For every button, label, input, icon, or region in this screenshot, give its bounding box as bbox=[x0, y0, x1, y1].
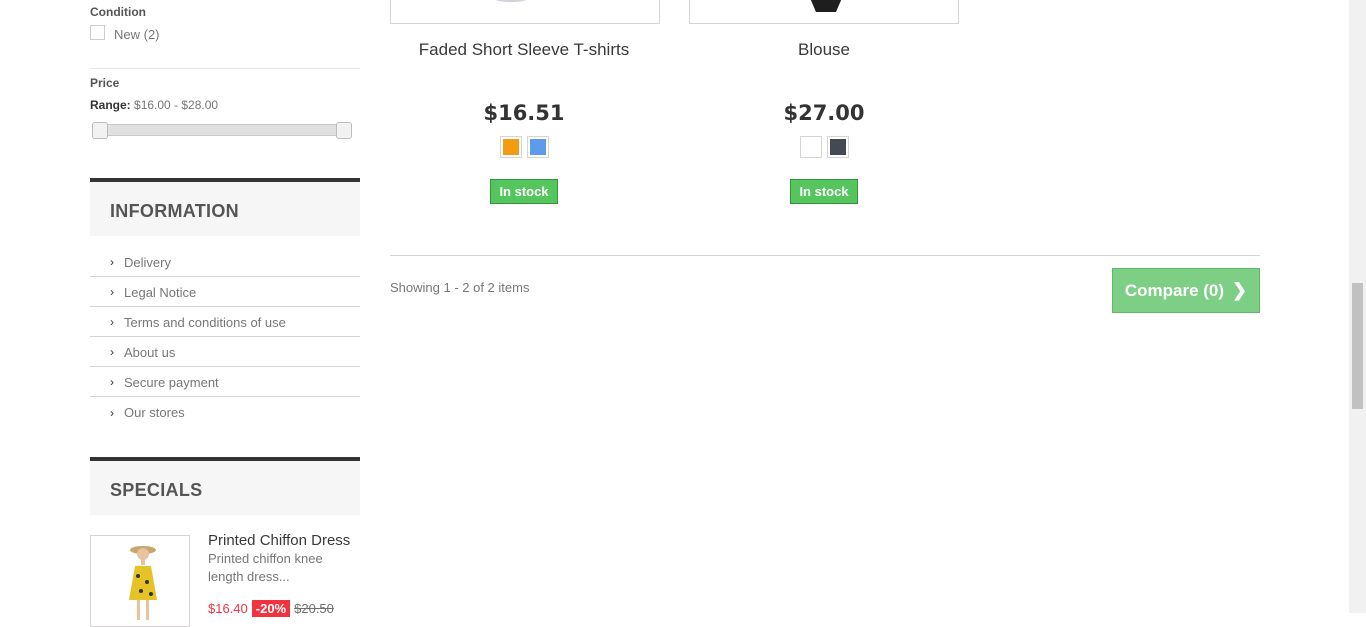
info-link-our-stores[interactable]: › Our stores bbox=[90, 398, 360, 427]
info-link-terms[interactable]: › Terms and conditions of use bbox=[90, 308, 360, 337]
color-swatches bbox=[389, 136, 659, 158]
chevron-right-icon: › bbox=[110, 405, 114, 420]
price-slider-max-handle[interactable] bbox=[336, 122, 352, 139]
special-product-description: Printed chiffon knee length dress... bbox=[208, 551, 323, 584]
special-product-prices: $16.40 -20% $20.50 bbox=[208, 600, 334, 617]
price-slider-min-handle[interactable] bbox=[92, 122, 108, 139]
price-range-label: Range: bbox=[90, 98, 131, 112]
condition-new-label: New (2) bbox=[114, 27, 160, 42]
color-fill bbox=[502, 139, 519, 155]
product-price: $16.51 bbox=[483, 101, 565, 125]
price-range-text: Range: $16.00 - $28.00 bbox=[90, 98, 218, 112]
chevron-right-icon: › bbox=[110, 315, 114, 329]
product-list-divider bbox=[390, 255, 1260, 256]
info-link-about-us[interactable]: › About us bbox=[90, 338, 360, 367]
old-price: $20.50 bbox=[294, 601, 334, 616]
product-price: $27.00 bbox=[783, 101, 865, 125]
color-swatch[interactable] bbox=[499, 136, 522, 158]
product-name[interactable]: Faded Short Sleeve T-shirts bbox=[389, 40, 659, 60]
in-stock-badge: In stock bbox=[790, 179, 858, 204]
color-swatch[interactable] bbox=[526, 136, 549, 158]
availability: In stock bbox=[389, 179, 659, 204]
color-swatches bbox=[689, 136, 959, 158]
in-stock-badge: In stock bbox=[490, 179, 558, 204]
specials-title[interactable]: SPECIALS bbox=[110, 480, 202, 501]
info-link-label: Our stores bbox=[124, 405, 185, 420]
condition-new-option[interactable]: New (2) bbox=[90, 25, 160, 42]
discount-badge: -20% bbox=[251, 600, 291, 617]
color-fill bbox=[802, 139, 819, 155]
special-price: $16.40 bbox=[208, 601, 248, 616]
special-product-image[interactable] bbox=[90, 535, 190, 627]
compare-button[interactable]: Compare (0) ❯ bbox=[1112, 268, 1260, 313]
product-image[interactable] bbox=[390, 0, 660, 24]
chevron-right-icon: › bbox=[110, 345, 114, 359]
price-range-value: $16.00 - $28.00 bbox=[134, 98, 219, 112]
chevron-right-icon: ❯ bbox=[1232, 280, 1248, 300]
product-name[interactable]: Blouse bbox=[689, 40, 959, 60]
info-link-label: About us bbox=[124, 344, 176, 360]
condition-filter-title: Condition bbox=[90, 5, 146, 19]
price-range-slider[interactable] bbox=[100, 124, 347, 136]
color-fill bbox=[829, 139, 846, 155]
compare-label: Compare (0) bbox=[1124, 280, 1225, 300]
chevron-right-icon: › bbox=[110, 375, 114, 389]
info-link-label: Secure payment bbox=[124, 374, 219, 390]
information-block-header: INFORMATION bbox=[90, 178, 360, 236]
info-link-label: Terms and conditions of use bbox=[124, 314, 286, 330]
scrollbar-thumb[interactable] bbox=[1352, 283, 1363, 409]
product-count: Showing 1 - 2 of 2 items bbox=[390, 280, 530, 295]
chevron-right-icon: › bbox=[110, 255, 114, 269]
availability: In stock bbox=[689, 179, 959, 204]
color-swatch[interactable] bbox=[799, 136, 822, 158]
specials-block-header: SPECIALS bbox=[90, 457, 360, 515]
information-links: › Delivery › Legal Notice › Terms and condi… bbox=[90, 248, 360, 428]
chevron-right-icon: › bbox=[110, 285, 114, 299]
product-image[interactable] bbox=[689, 0, 959, 24]
info-link-delivery[interactable]: › Delivery bbox=[90, 248, 360, 277]
vertical-scrollbar[interactable] bbox=[1349, 0, 1366, 613]
condition-new-checkbox[interactable] bbox=[90, 25, 105, 40]
price-filter-title: Price bbox=[90, 76, 120, 90]
color-fill bbox=[529, 139, 546, 155]
info-link-label: Legal Notice bbox=[124, 284, 197, 300]
special-product-name[interactable]: Printed Chiffon Dress bbox=[208, 532, 350, 549]
information-title[interactable]: INFORMATION bbox=[110, 201, 239, 222]
info-link-label: Delivery bbox=[124, 254, 171, 270]
filter-divider bbox=[90, 68, 360, 69]
color-swatch[interactable] bbox=[826, 136, 849, 158]
info-link-secure-payment[interactable]: › Secure payment bbox=[90, 368, 360, 397]
info-link-legal-notice[interactable]: › Legal Notice bbox=[90, 278, 360, 307]
